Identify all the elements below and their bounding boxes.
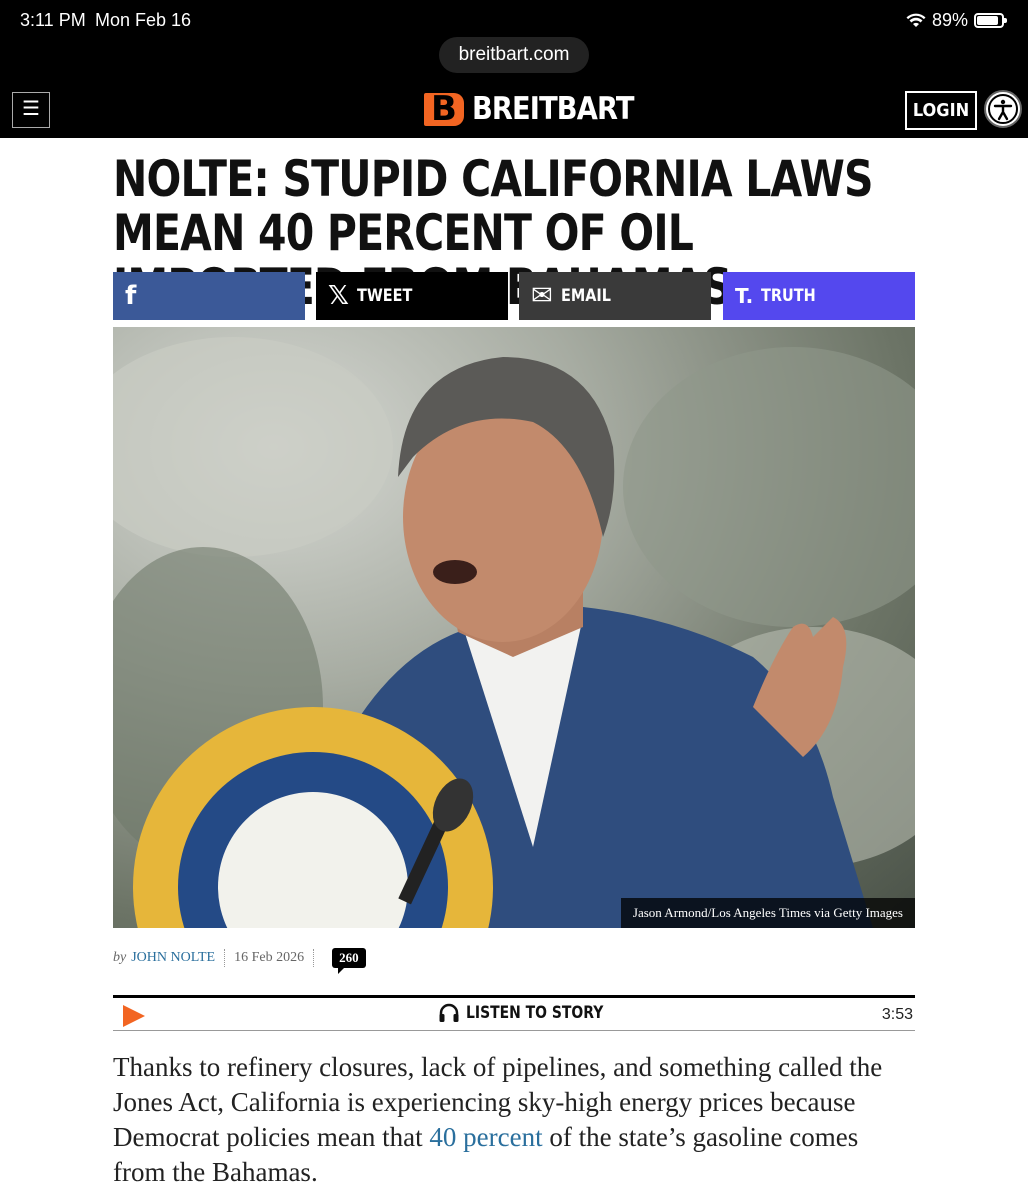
- accessibility-figure-icon: [988, 94, 1018, 124]
- tweet-share-button[interactable]: 𝕏 TWEET: [316, 272, 508, 320]
- site-logo[interactable]: B BREITBART: [424, 91, 656, 127]
- audio-duration: 3:53: [881, 1006, 913, 1023]
- battery-fill: [977, 16, 999, 25]
- publish-date: 16 Feb 2026: [234, 950, 305, 965]
- listen-label: LISTEN TO STORY: [466, 1003, 604, 1023]
- email-share-button[interactable]: ✉ EMAIL: [519, 272, 711, 320]
- byline-divider-2: [313, 949, 315, 967]
- truth-share-button[interactable]: T. TRUTH: [723, 272, 915, 320]
- x-icon: 𝕏: [328, 281, 349, 311]
- truth-social-icon: T.: [735, 284, 754, 308]
- body-link-40-percent[interactable]: 40 percent: [429, 1122, 542, 1152]
- byline: by JOHN NOLTE 16 Feb 2026 260: [113, 948, 366, 974]
- headphones-icon: [439, 1003, 459, 1022]
- listen-to-story[interactable]: LISTEN TO STORY: [438, 1003, 634, 1023]
- email-label: EMAIL: [560, 286, 611, 306]
- battery-percent: 89%: [931, 10, 968, 30]
- play-icon[interactable]: [123, 1005, 145, 1027]
- photo-caption: Jason Armond/Los Angeles Times via Getty…: [620, 898, 915, 928]
- facebook-share-button[interactable]: f: [113, 272, 305, 320]
- article-body: Thanks to refinery closures, lack of pip…: [113, 1050, 903, 1190]
- status-date: Mon Feb 16: [95, 10, 192, 30]
- status-right: 89%: [906, 10, 1007, 31]
- wifi-icon: [906, 13, 926, 27]
- tweet-label: TWEET: [356, 286, 413, 306]
- battery-icon: [974, 13, 1007, 28]
- comment-count-badge[interactable]: 260: [332, 948, 366, 974]
- facebook-icon: f: [125, 281, 137, 311]
- truth-label: TRUTH: [761, 286, 816, 306]
- author-link[interactable]: JOHN NOLTE: [131, 950, 215, 966]
- photo-illustration: [113, 337, 915, 928]
- hamburger-icon[interactable]: ☰: [12, 92, 50, 128]
- site-navbar: ☰ B BREITBART LOGIN: [0, 82, 1028, 138]
- status-time: 3:11 PM: [20, 10, 86, 30]
- accessibility-icon[interactable]: [984, 90, 1022, 128]
- logo-letter: B: [424, 92, 464, 126]
- url-bar[interactable]: breitbart.com: [439, 37, 589, 73]
- audio-player: LISTEN TO STORY 3:53: [113, 995, 915, 1031]
- login-button[interactable]: LOGIN: [905, 91, 977, 130]
- byline-by: by: [113, 950, 127, 965]
- status-bar: 3:11 PM Mon Feb 16 89%: [20, 10, 1007, 32]
- article-photo[interactable]: Jason Armond/Los Angeles Times via Getty…: [113, 327, 915, 928]
- top-chrome: 3:11 PM Mon Feb 16 89% breitbart.com ☰ B…: [0, 0, 1028, 138]
- envelope-icon: ✉: [531, 281, 553, 311]
- logo-text: BREITBART: [472, 91, 634, 127]
- byline-divider: [224, 949, 226, 967]
